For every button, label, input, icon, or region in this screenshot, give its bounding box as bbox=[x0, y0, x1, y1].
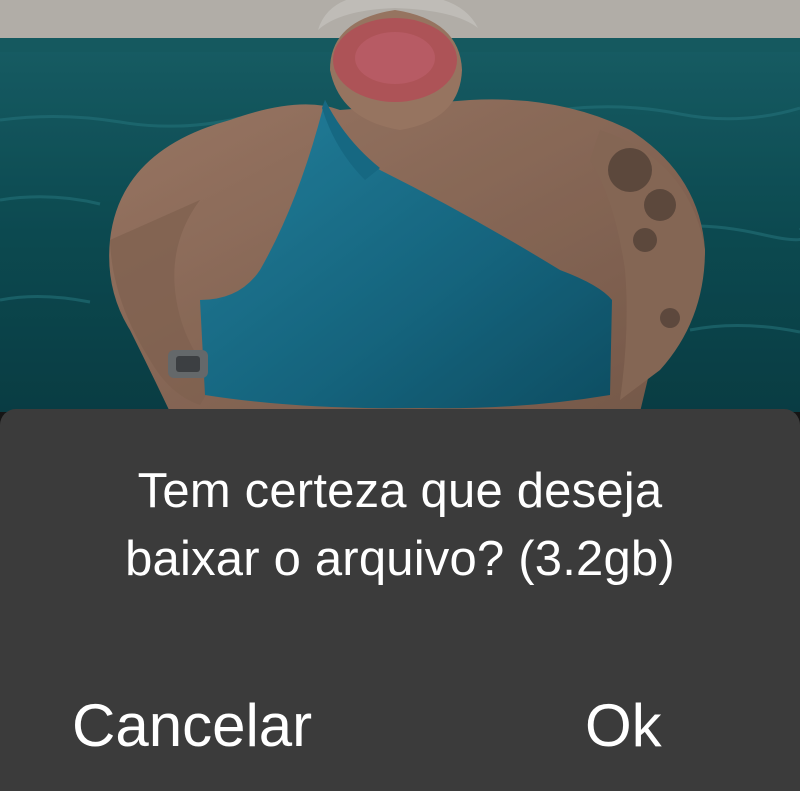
ok-button[interactable]: Ok bbox=[585, 681, 695, 771]
dialog-message-line-1: Tem certeza que deseja bbox=[137, 464, 663, 518]
dialog-actions: Cancelar Ok bbox=[0, 681, 800, 771]
cancel-button[interactable]: Cancelar bbox=[72, 681, 382, 771]
confirm-dialog: Tem certeza que deseja baixar o arquivo?… bbox=[0, 409, 800, 791]
dialog-message-line-2: baixar o arquivo? (3.2gb) bbox=[125, 532, 675, 586]
dialog-message: Tem certeza que deseja baixar o arquivo?… bbox=[0, 457, 800, 593]
screen: Tem certeza que deseja baixar o arquivo?… bbox=[0, 0, 800, 791]
